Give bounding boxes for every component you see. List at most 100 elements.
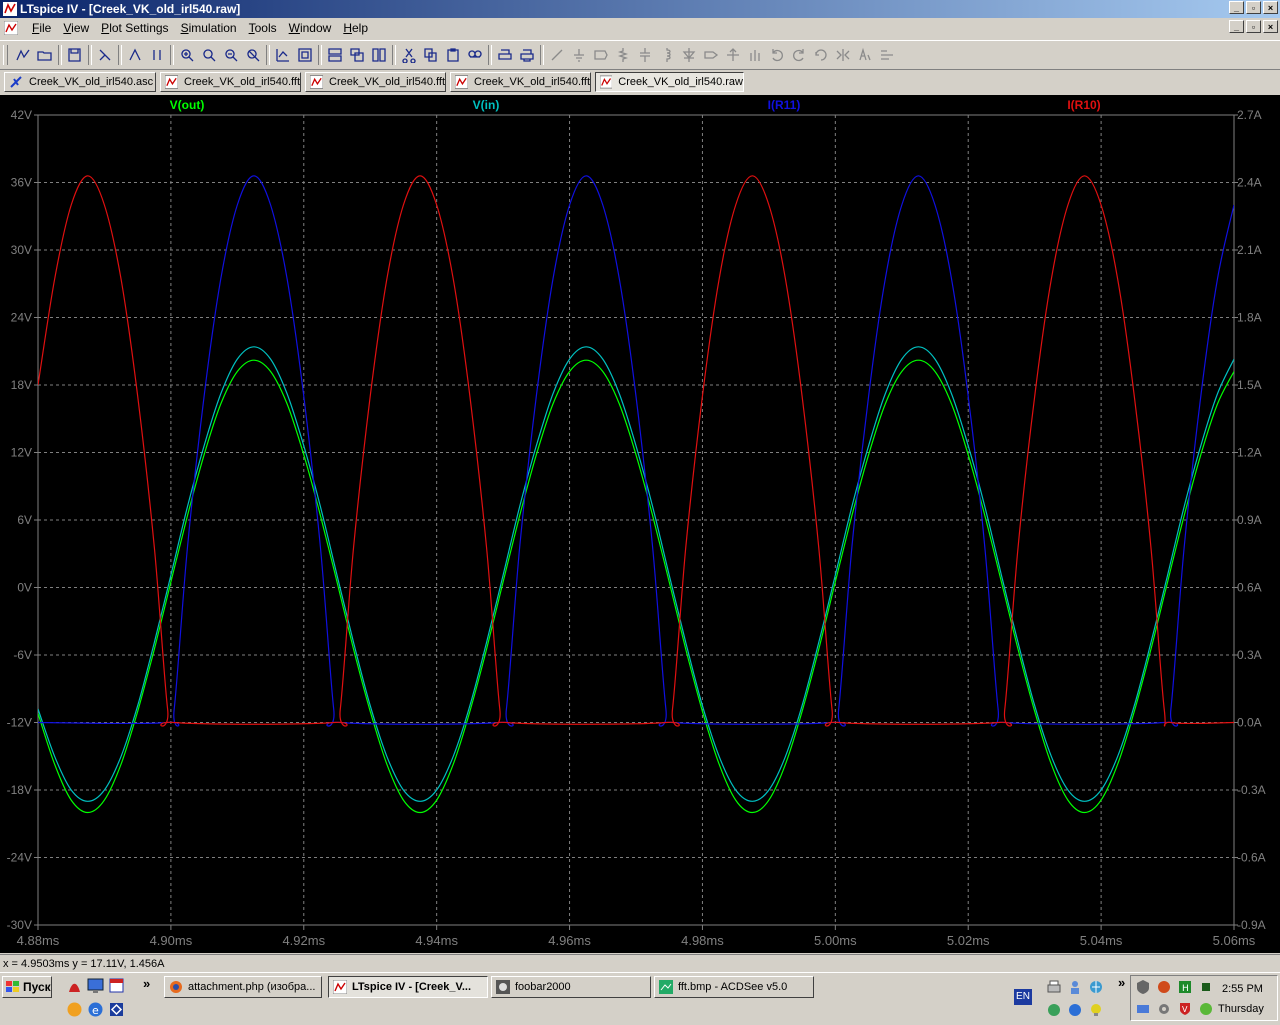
component-icon[interactable] bbox=[700, 44, 722, 66]
x-tick-label: 4.96ms bbox=[548, 933, 591, 948]
tile-vertical-icon[interactable] bbox=[368, 44, 390, 66]
drag-icon[interactable] bbox=[744, 44, 766, 66]
wire-icon[interactable] bbox=[546, 44, 568, 66]
move-icon[interactable] bbox=[722, 44, 744, 66]
zoom-cancel-icon[interactable] bbox=[242, 44, 264, 66]
acrobat-icon[interactable] bbox=[66, 977, 83, 994]
mdi-close-button[interactable]: × bbox=[1263, 20, 1278, 33]
zoom-to-fit-icon[interactable] bbox=[294, 44, 316, 66]
v-shield-icon[interactable]: V bbox=[1177, 1001, 1193, 1017]
restore-button[interactable]: ▫ bbox=[1246, 1, 1261, 14]
printer-icon[interactable] bbox=[1046, 979, 1062, 995]
calendar-icon[interactable] bbox=[108, 977, 125, 994]
waveform-plot-pane[interactable]: 4.88ms 4.90ms 4.92ms 4.94ms 4.96ms 4.98ms 5.00… bbox=[0, 95, 1280, 953]
x-tick-label: 5.02ms bbox=[947, 933, 990, 948]
tile-horizontal-icon[interactable] bbox=[324, 44, 346, 66]
ltspice-app-icon[interactable] bbox=[3, 2, 17, 16]
menu-tools[interactable]: Tools bbox=[243, 21, 283, 35]
toolbar bbox=[0, 40, 1280, 70]
print-icon[interactable] bbox=[516, 44, 538, 66]
open-file-icon[interactable] bbox=[34, 44, 56, 66]
inductor-icon[interactable] bbox=[656, 44, 678, 66]
menu-window[interactable]: Window bbox=[283, 21, 338, 35]
ground-icon[interactable] bbox=[568, 44, 590, 66]
toolbar-separator bbox=[58, 45, 62, 65]
autorange-icon[interactable] bbox=[272, 44, 294, 66]
tab-schematic-asc[interactable]: Creek_VK_old_irl540.asc bbox=[4, 72, 156, 92]
tab-fft-1[interactable]: Creek_VK_old_irl540.fft bbox=[160, 72, 301, 92]
menu-simulation[interactable]: Simulation bbox=[175, 21, 243, 35]
rotate-icon[interactable] bbox=[810, 44, 832, 66]
orb-icon[interactable] bbox=[66, 1001, 83, 1018]
close-button[interactable]: × bbox=[1263, 1, 1278, 14]
label-net-icon[interactable] bbox=[590, 44, 612, 66]
acdsee-icon bbox=[659, 980, 673, 994]
redo-icon[interactable] bbox=[788, 44, 810, 66]
shield-icon[interactable] bbox=[1135, 979, 1151, 995]
toolbar-separator bbox=[392, 45, 396, 65]
cut-icon[interactable] bbox=[398, 44, 420, 66]
new-schematic-icon[interactable] bbox=[12, 44, 34, 66]
status-bar: x = 4.9503ms y = 17.11V, 1.456A bbox=[0, 954, 1280, 973]
green-square-icon[interactable]: H bbox=[1177, 979, 1193, 995]
taskbar-ltspice[interactable]: LTspice IV - [Creek_V... bbox=[328, 976, 488, 998]
menu-file[interactable]: File bbox=[26, 21, 57, 35]
minimize-button[interactable]: _ bbox=[1229, 1, 1244, 14]
menu-view[interactable]: View bbox=[57, 21, 95, 35]
zoom-out-icon[interactable] bbox=[220, 44, 242, 66]
capacitor-icon[interactable] bbox=[634, 44, 656, 66]
spice-directive-icon[interactable] bbox=[876, 44, 898, 66]
zoom-in-icon[interactable] bbox=[176, 44, 198, 66]
find-icon[interactable] bbox=[464, 44, 486, 66]
antivirus-icon[interactable] bbox=[1156, 979, 1172, 995]
toolbar-grip[interactable] bbox=[3, 45, 8, 65]
waveform-plot[interactable]: 4.88ms 4.90ms 4.92ms 4.94ms 4.96ms 4.98ms 5.00… bbox=[0, 95, 1280, 953]
taskbar-acdsee[interactable]: fft.bmp - ACDSee v5.0 bbox=[654, 976, 814, 998]
text-icon[interactable] bbox=[854, 44, 876, 66]
network-icon[interactable] bbox=[108, 1001, 125, 1018]
mdi-minimize-button[interactable]: _ bbox=[1229, 20, 1244, 33]
mirror-icon[interactable] bbox=[832, 44, 854, 66]
menu-plot-settings[interactable]: Plot Settings bbox=[95, 21, 174, 35]
language-indicator[interactable]: EN bbox=[1014, 989, 1032, 1005]
tab-fft-3[interactable]: Creek_VK_old_irl540.fft bbox=[450, 72, 591, 92]
print-setup-icon[interactable] bbox=[494, 44, 516, 66]
undo-icon[interactable] bbox=[766, 44, 788, 66]
quick-launch-more-icon[interactable]: » bbox=[143, 976, 150, 991]
resistor-icon[interactable] bbox=[612, 44, 634, 66]
run-icon[interactable] bbox=[124, 44, 146, 66]
menu-help[interactable]: Help bbox=[337, 21, 374, 35]
save-icon[interactable] bbox=[64, 44, 86, 66]
messenger-icon[interactable] bbox=[1198, 1001, 1214, 1017]
taskbar-button-label: foobar2000 bbox=[515, 981, 571, 993]
quick-launch-row-1 bbox=[66, 977, 125, 994]
ie-icon[interactable]: e bbox=[87, 1001, 104, 1018]
gear-icon[interactable] bbox=[1156, 1001, 1172, 1017]
zoom-pan-icon[interactable] bbox=[198, 44, 220, 66]
desktop-icon[interactable] bbox=[87, 977, 104, 994]
start-button[interactable]: Пуск bbox=[2, 976, 52, 998]
control-panel-icon[interactable] bbox=[94, 44, 116, 66]
cascade-icon[interactable] bbox=[346, 44, 368, 66]
tab-fft-2[interactable]: Creek_VK_old_irl540.fft bbox=[305, 72, 446, 92]
taskbar-firefox[interactable]: attachment.php (изобра... bbox=[164, 976, 322, 998]
clock-time[interactable]: 2:55 PM bbox=[1222, 983, 1263, 995]
paste-icon[interactable] bbox=[442, 44, 464, 66]
diode-icon[interactable] bbox=[678, 44, 700, 66]
lightbulb-icon[interactable] bbox=[1088, 1002, 1104, 1018]
mdi-restore-button[interactable]: ▫ bbox=[1246, 20, 1261, 33]
browser-icon[interactable] bbox=[1067, 1002, 1083, 1018]
taskbar-foobar[interactable]: foobar2000 bbox=[491, 976, 651, 998]
document-menu-icon[interactable] bbox=[4, 21, 18, 35]
user-icon[interactable] bbox=[1067, 979, 1083, 995]
tab-raw-active[interactable]: Creek_VK_old_irl540.raw bbox=[595, 72, 744, 92]
x-tick-label: 5.06ms bbox=[1213, 933, 1256, 948]
network-tray-icon[interactable] bbox=[1135, 1001, 1151, 1017]
globe-icon[interactable] bbox=[1088, 979, 1104, 995]
tray-expand-icon[interactable]: » bbox=[1118, 975, 1125, 990]
recycle-icon[interactable] bbox=[1046, 1002, 1062, 1018]
svg-text:H: H bbox=[1182, 984, 1189, 994]
halt-icon[interactable] bbox=[146, 44, 168, 66]
copy-icon[interactable] bbox=[420, 44, 442, 66]
status-light-icon[interactable] bbox=[1198, 979, 1214, 995]
